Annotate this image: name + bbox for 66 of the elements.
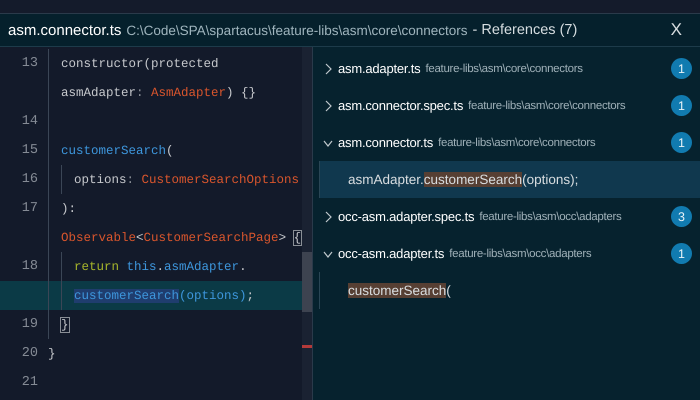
count-badge: 3 [671, 206, 692, 227]
reference-file-path: feature-libs\asm\core\connectors [438, 136, 596, 148]
reference-file-path: feature-libs\asm\core\connectors [425, 62, 583, 74]
reference-file-name: asm.adapter.ts [338, 61, 420, 76]
line-number: 20 [20, 346, 39, 361]
code-token: ) {} [226, 86, 256, 100]
code-token: CustomerSearchOptions [142, 172, 300, 186]
count-badge: 1 [671, 132, 692, 153]
reference-file-name: occ-asm.adapter.spec.ts [338, 209, 474, 224]
code-token: ; [246, 288, 254, 302]
match-text: asmAdapter. [348, 172, 424, 187]
line-number: 18 [20, 259, 39, 274]
code-token: } [61, 318, 69, 332]
count-badge: 1 [671, 58, 692, 79]
code-token: ): [61, 202, 76, 216]
code-token: > [278, 230, 288, 244]
reference-file-name: asm.connector.ts [338, 135, 434, 150]
scrollbar[interactable] [302, 47, 312, 400]
match-text: customerSearch [348, 283, 446, 298]
match-text: (options); [522, 172, 578, 187]
match-text: customerSearch [424, 172, 522, 187]
reference-file-row[interactable]: asm.connector.spec.ts feature-libs\asm\core\connectors 1 [313, 87, 700, 124]
reference-match-line[interactable]: customerSearch( [319, 272, 700, 309]
code-token: CustomerSearchPage [144, 230, 279, 244]
reference-file-name: occ-asm.adapter.ts [338, 246, 444, 261]
file-name: asm.connector.ts [8, 22, 122, 38]
code-token: : [126, 172, 136, 186]
code-token: (options) [179, 288, 247, 302]
code-token: return [74, 260, 120, 274]
match-text: ( [446, 283, 451, 298]
count-badge: 1 [671, 243, 692, 264]
reference-file-row[interactable]: occ-asm.adapter.ts feature-libs\asm\occ\adapters 1 [313, 235, 700, 272]
reference-file-row[interactable]: asm.connector.ts feature-libs\asm\core\connectors 1 [313, 124, 700, 161]
code-token: . [239, 260, 247, 274]
code-token: ( [166, 144, 174, 158]
close-button[interactable]: X [660, 20, 692, 40]
code-token: . [156, 260, 164, 274]
code-token: asmAdapter [61, 86, 136, 100]
code-token: AsmAdapter [151, 86, 226, 100]
reference-file-row[interactable]: asm.adapter.ts feature-libs\asm\core\connectors 1 [313, 50, 700, 87]
code-token: options [74, 172, 127, 186]
code-token: < [136, 230, 144, 244]
reference-file-name: asm.connector.spec.ts [338, 98, 464, 113]
line-number: 14 [20, 114, 39, 129]
code-token: { [294, 230, 302, 244]
count-badge: 1 [671, 95, 692, 116]
line-number: 16 [20, 172, 39, 187]
code-token: asmAdapter [164, 260, 240, 274]
code-token: customerSearch [74, 288, 180, 302]
code-token: constructor(protected [61, 56, 219, 70]
line-number: 15 [20, 143, 39, 158]
line-number: 21 [20, 375, 39, 390]
code-token: this [126, 260, 157, 274]
line-number: 13 [20, 56, 39, 71]
references-count: - References (7) [472, 22, 578, 38]
code-token: Observable [61, 230, 136, 244]
line-number: 17 [20, 201, 39, 216]
reference-file-path: feature-libs\asm\occ\adapters [479, 210, 622, 222]
reference-file-row[interactable]: occ-asm.adapter.spec.ts feature-libs\asm\occ\adapters 3 [313, 198, 700, 235]
code-token: } [48, 346, 56, 360]
file-path: C:\Code\SPA\spartacus\feature-libs\asm\core\connectors [126, 22, 468, 38]
code-token: customerSearch [61, 144, 166, 158]
code-token: : [136, 86, 145, 100]
line-number: 19 [20, 317, 39, 332]
reference-file-path: feature-libs\asm\core\connectors [468, 100, 626, 112]
reference-file-path: feature-libs\asm\occ\adapters [449, 248, 592, 260]
